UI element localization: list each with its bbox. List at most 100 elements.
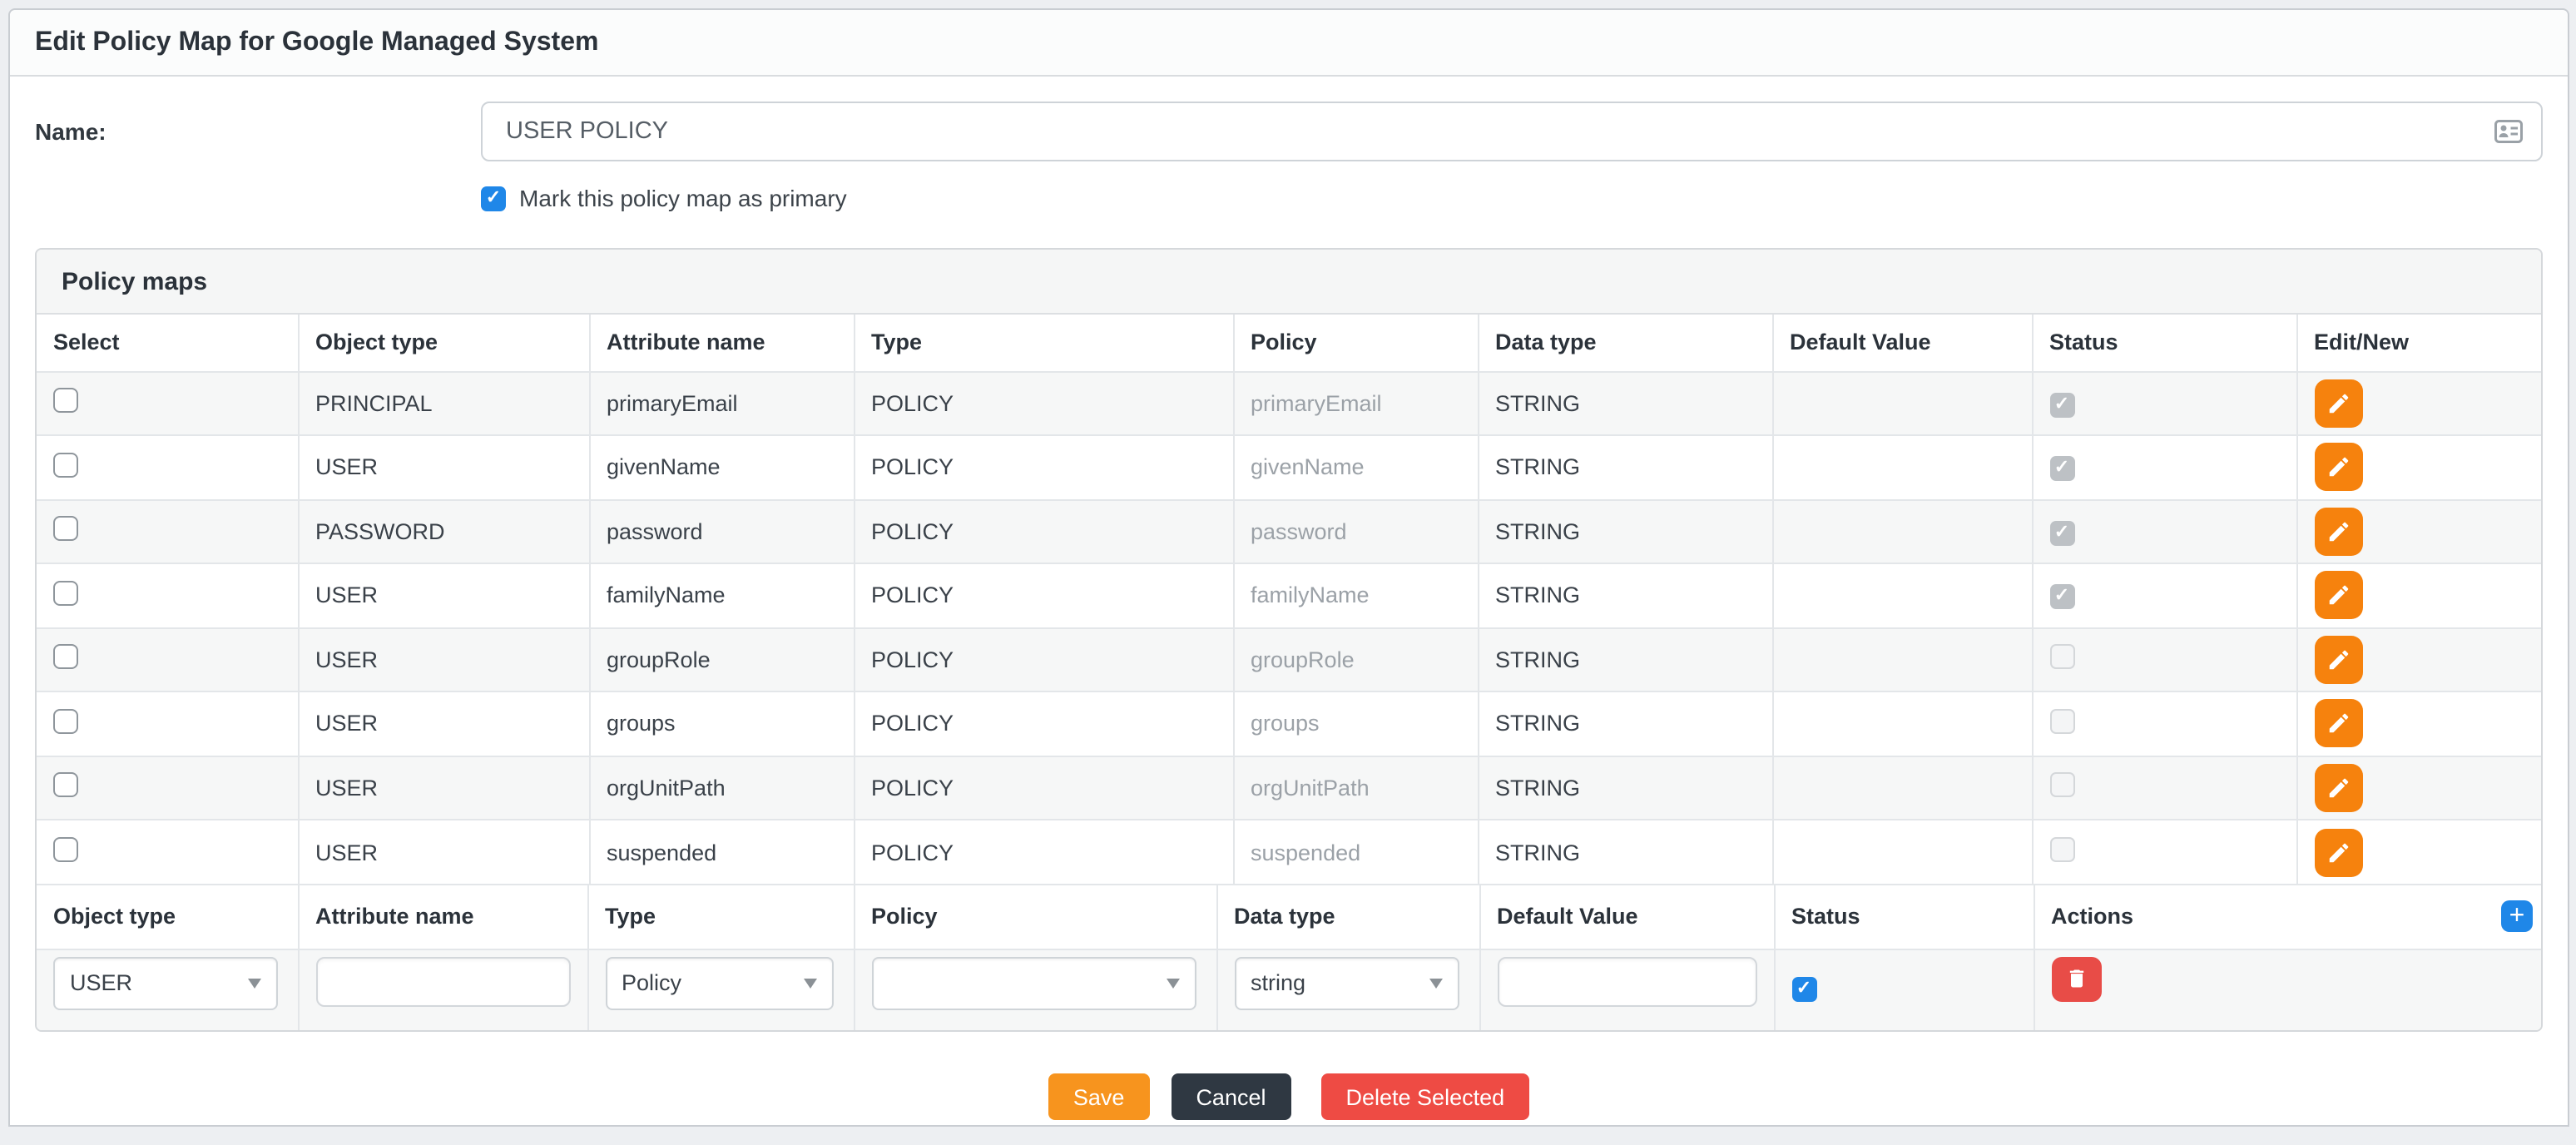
cell-type: POLICY <box>854 627 1233 691</box>
new-header-attribute-name: Attribute name <box>298 885 587 949</box>
pencil-icon <box>2326 391 2351 416</box>
card-body: Name: Mark this <box>10 77 2568 1145</box>
page-title: Edit Policy Map for Google Managed Syste… <box>35 27 598 57</box>
trash-icon <box>2064 967 2088 990</box>
cell-policy: orgUnitPath <box>1233 756 1478 820</box>
row-status-checkbox <box>2049 709 2074 734</box>
default-value-input[interactable] <box>1497 956 1756 1006</box>
cell-object-type: USER <box>298 691 589 756</box>
data-type-select[interactable]: string <box>1234 956 1459 1009</box>
pencil-icon <box>2326 583 2351 608</box>
row-select-checkbox[interactable] <box>53 645 78 670</box>
pencil-icon <box>2326 776 2351 801</box>
edit-policy-map-card: Edit Policy Map for Google Managed Syste… <box>8 8 2569 1127</box>
cell-edit <box>2296 691 2543 756</box>
header-type: Type <box>854 315 1233 371</box>
cell-data-type: STRING <box>1478 627 1772 691</box>
cell-policy: primaryEmail <box>1233 371 1478 435</box>
table-row: USER orgUnitPath POLICY orgUnitPath STRI… <box>37 756 2543 820</box>
pencil-icon <box>2326 840 2351 865</box>
type-select[interactable]: Policy <box>605 956 833 1009</box>
cell-attribute-name: givenName <box>589 435 854 499</box>
pencil-icon <box>2326 455 2351 480</box>
row-status-checkbox <box>2049 645 2074 670</box>
row-select-checkbox[interactable] <box>53 709 78 734</box>
policy-maps-table: Select Object type Attribute name Type P… <box>37 315 2543 884</box>
row-select-checkbox[interactable] <box>53 581 78 606</box>
table-row: PASSWORD password POLICY password STRING <box>37 499 2543 563</box>
cell-data-type: STRING <box>1478 756 1772 820</box>
attribute-name-input[interactable] <box>315 956 570 1006</box>
cell-policy: familyName <box>1233 563 1478 627</box>
edit-button[interactable] <box>2314 764 2362 812</box>
row-select-checkbox[interactable] <box>53 453 78 478</box>
cell-data-type: STRING <box>1478 435 1772 499</box>
contact-card-icon <box>2494 120 2523 143</box>
edit-button[interactable] <box>2314 572 2362 620</box>
panel-title: Policy maps <box>62 267 207 295</box>
edit-button[interactable] <box>2314 508 2362 556</box>
new-row-table: Object type Attribute name Type Policy D… <box>37 884 2543 1030</box>
table-row: USER groupRole POLICY groupRole STRING <box>37 627 2543 691</box>
cell-policy: groups <box>1233 691 1478 756</box>
cell-default-value <box>1772 691 2032 756</box>
cell-status <box>2032 563 2296 627</box>
cell-edit <box>2296 756 2543 820</box>
row-status-checkbox <box>2049 457 2074 482</box>
cell-data-type: STRING <box>1478 499 1772 563</box>
cell-type: POLICY <box>854 435 1233 499</box>
cell-attribute-name: groups <box>589 691 854 756</box>
delete-selected-button[interactable]: Delete Selected <box>1321 1073 1530 1120</box>
row-status-checkbox <box>2049 393 2074 418</box>
cell-default-value <box>1772 499 2032 563</box>
row-select-checkbox[interactable] <box>53 389 78 414</box>
cell-select <box>37 563 298 627</box>
add-row-button[interactable]: + <box>2501 901 2533 933</box>
data-type-select-value: string <box>1251 970 1305 995</box>
cell-select <box>37 627 298 691</box>
new-row-status-checkbox[interactable] <box>1791 976 1816 1001</box>
edit-button[interactable] <box>2314 700 2362 748</box>
cell-edit <box>2296 563 2543 627</box>
row-select-checkbox[interactable] <box>53 837 78 862</box>
cancel-button[interactable]: Cancel <box>1171 1073 1290 1120</box>
row-select-checkbox[interactable] <box>53 517 78 542</box>
cell-edit <box>2296 499 2543 563</box>
chevron-down-icon <box>247 978 260 988</box>
cell-default-value <box>1772 756 2032 820</box>
chevron-down-icon <box>1429 978 1442 988</box>
cell-policy: suspended <box>1233 820 1478 884</box>
edit-button[interactable] <box>2314 828 2362 876</box>
header-status: Status <box>2032 315 2296 371</box>
card-header: Edit Policy Map for Google Managed Syste… <box>10 10 2568 77</box>
edit-button[interactable] <box>2314 636 2362 684</box>
cell-attribute-name: groupRole <box>589 627 854 691</box>
plus-icon: + <box>2509 904 2525 930</box>
edit-button[interactable] <box>2314 379 2362 428</box>
cell-select <box>37 435 298 499</box>
footer-actions: Save Cancel Delete Selected <box>35 1073 2543 1120</box>
object-type-select[interactable]: USER <box>53 956 277 1009</box>
new-row-header: Object type Attribute name Type Policy D… <box>37 885 2543 949</box>
cell-type: POLICY <box>854 691 1233 756</box>
primary-checkbox[interactable] <box>481 186 506 211</box>
new-header-actions: Actions + <box>2034 885 2543 949</box>
cell-select <box>37 499 298 563</box>
policy-select[interactable] <box>871 956 1196 1009</box>
edit-button[interactable] <box>2314 444 2362 492</box>
cell-type: POLICY <box>854 371 1233 435</box>
name-input[interactable] <box>481 102 2543 161</box>
cell-edit <box>2296 435 2543 499</box>
table-row: USER suspended POLICY suspended STRING <box>37 820 2543 884</box>
cell-select <box>37 371 298 435</box>
cell-status <box>2032 627 2296 691</box>
name-input-wrap <box>481 102 2543 161</box>
cell-status <box>2032 435 2296 499</box>
header-default-value: Default Value <box>1772 315 2032 371</box>
new-header-data-type: Data type <box>1216 885 1479 949</box>
table-header-row: Select Object type Attribute name Type P… <box>37 315 2543 371</box>
save-button[interactable]: Save <box>1048 1073 1150 1120</box>
row-select-checkbox[interactable] <box>53 773 78 798</box>
delete-row-button[interactable] <box>2051 956 2101 1001</box>
cell-status <box>2032 371 2296 435</box>
